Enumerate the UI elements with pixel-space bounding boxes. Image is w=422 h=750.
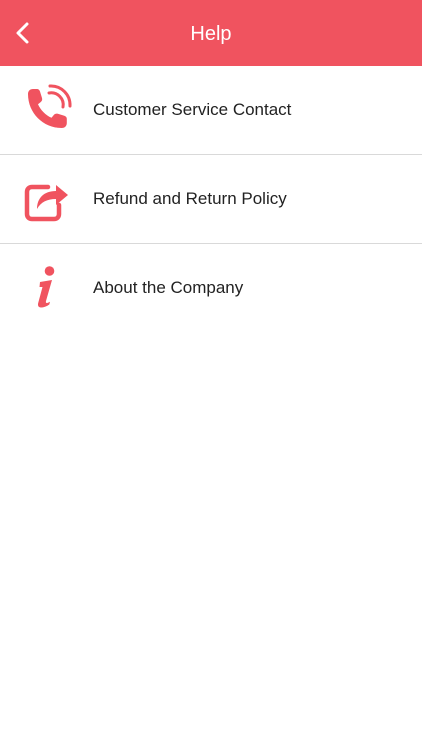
menu-item-label: Refund and Return Policy [93,189,287,208]
menu-item-refund-policy[interactable]: Refund and Return Policy [0,155,422,244]
app-header: Help [0,0,422,66]
menu-item-customer-service[interactable]: Customer Service Contact [0,66,422,155]
share-arrow-icon [18,169,76,227]
menu-item-label: About the Company [93,278,244,297]
info-icon [18,258,76,316]
page-title: Help [190,23,232,45]
phone-ringing-icon [18,80,76,138]
help-menu-list: Customer Service Contact Refund and Retu… [0,66,422,332]
menu-item-label: Customer Service Contact [93,100,292,119]
menu-item-about-company[interactable]: About the Company [0,244,422,332]
